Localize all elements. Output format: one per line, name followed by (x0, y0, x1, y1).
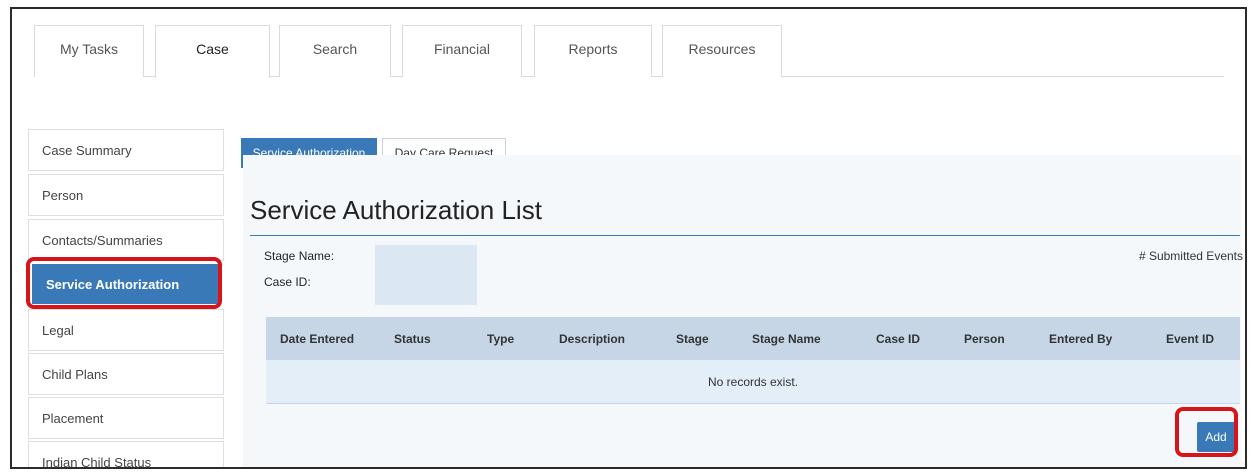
sidebar-item-indian-child-status[interactable]: Indian Child Status (28, 441, 224, 467)
tab-reports[interactable]: Reports (534, 25, 652, 77)
tab-resources[interactable]: Resources (662, 25, 782, 77)
tab-financial[interactable]: Financial (402, 25, 522, 77)
sidebar-item-contacts-summaries[interactable]: Contacts/Summaries (28, 219, 224, 261)
sidebar-item-child-plans[interactable]: Child Plans (28, 353, 224, 395)
sidebar-item-person[interactable]: Person (28, 174, 224, 216)
case-id-label: Case ID: (264, 275, 311, 289)
tab-search[interactable]: Search (279, 25, 391, 77)
table-header: Date Entered Status Type Description Sta… (266, 317, 1240, 360)
col-date-entered[interactable]: Date Entered (280, 317, 354, 360)
col-status[interactable]: Status (394, 317, 431, 360)
col-event-id[interactable]: Event ID (1166, 317, 1214, 360)
col-stage-name[interactable]: Stage Name (752, 317, 821, 360)
main-content: Service Authorization Day Care Request S… (233, 125, 1243, 469)
sidebar-item-legal[interactable]: Legal (28, 309, 224, 351)
col-type[interactable]: Type (487, 317, 514, 360)
top-nav-tabs: My Tasks Case Search Financial Reports R… (34, 25, 1224, 78)
stage-name-label: Stage Name: (264, 249, 335, 263)
col-stage[interactable]: Stage (676, 317, 709, 360)
submitted-events-label: # Submitted Events (1138, 249, 1243, 263)
tab-my-tasks[interactable]: My Tasks (34, 25, 144, 77)
add-button-highlight-annotation (1175, 407, 1238, 457)
sidebar-item-case-summary[interactable]: Case Summary (28, 129, 224, 171)
stage-info-box (375, 245, 477, 305)
col-case-id[interactable]: Case ID (876, 317, 920, 360)
table-empty-row: No records exist. (266, 360, 1240, 404)
sidebar-item-placement[interactable]: Placement (28, 397, 224, 439)
lower-panel (266, 468, 1240, 469)
page-title: Service Authorization List (250, 195, 542, 225)
sidebar-highlight-annotation (26, 257, 222, 309)
col-description[interactable]: Description (559, 317, 625, 360)
tab-case[interactable]: Case (155, 25, 270, 78)
screenshot-frame: My Tasks Case Search Financial Reports R… (10, 7, 1247, 469)
col-entered-by[interactable]: Entered By (1049, 317, 1112, 360)
col-person[interactable]: Person (964, 317, 1005, 360)
title-divider (250, 235, 1240, 236)
